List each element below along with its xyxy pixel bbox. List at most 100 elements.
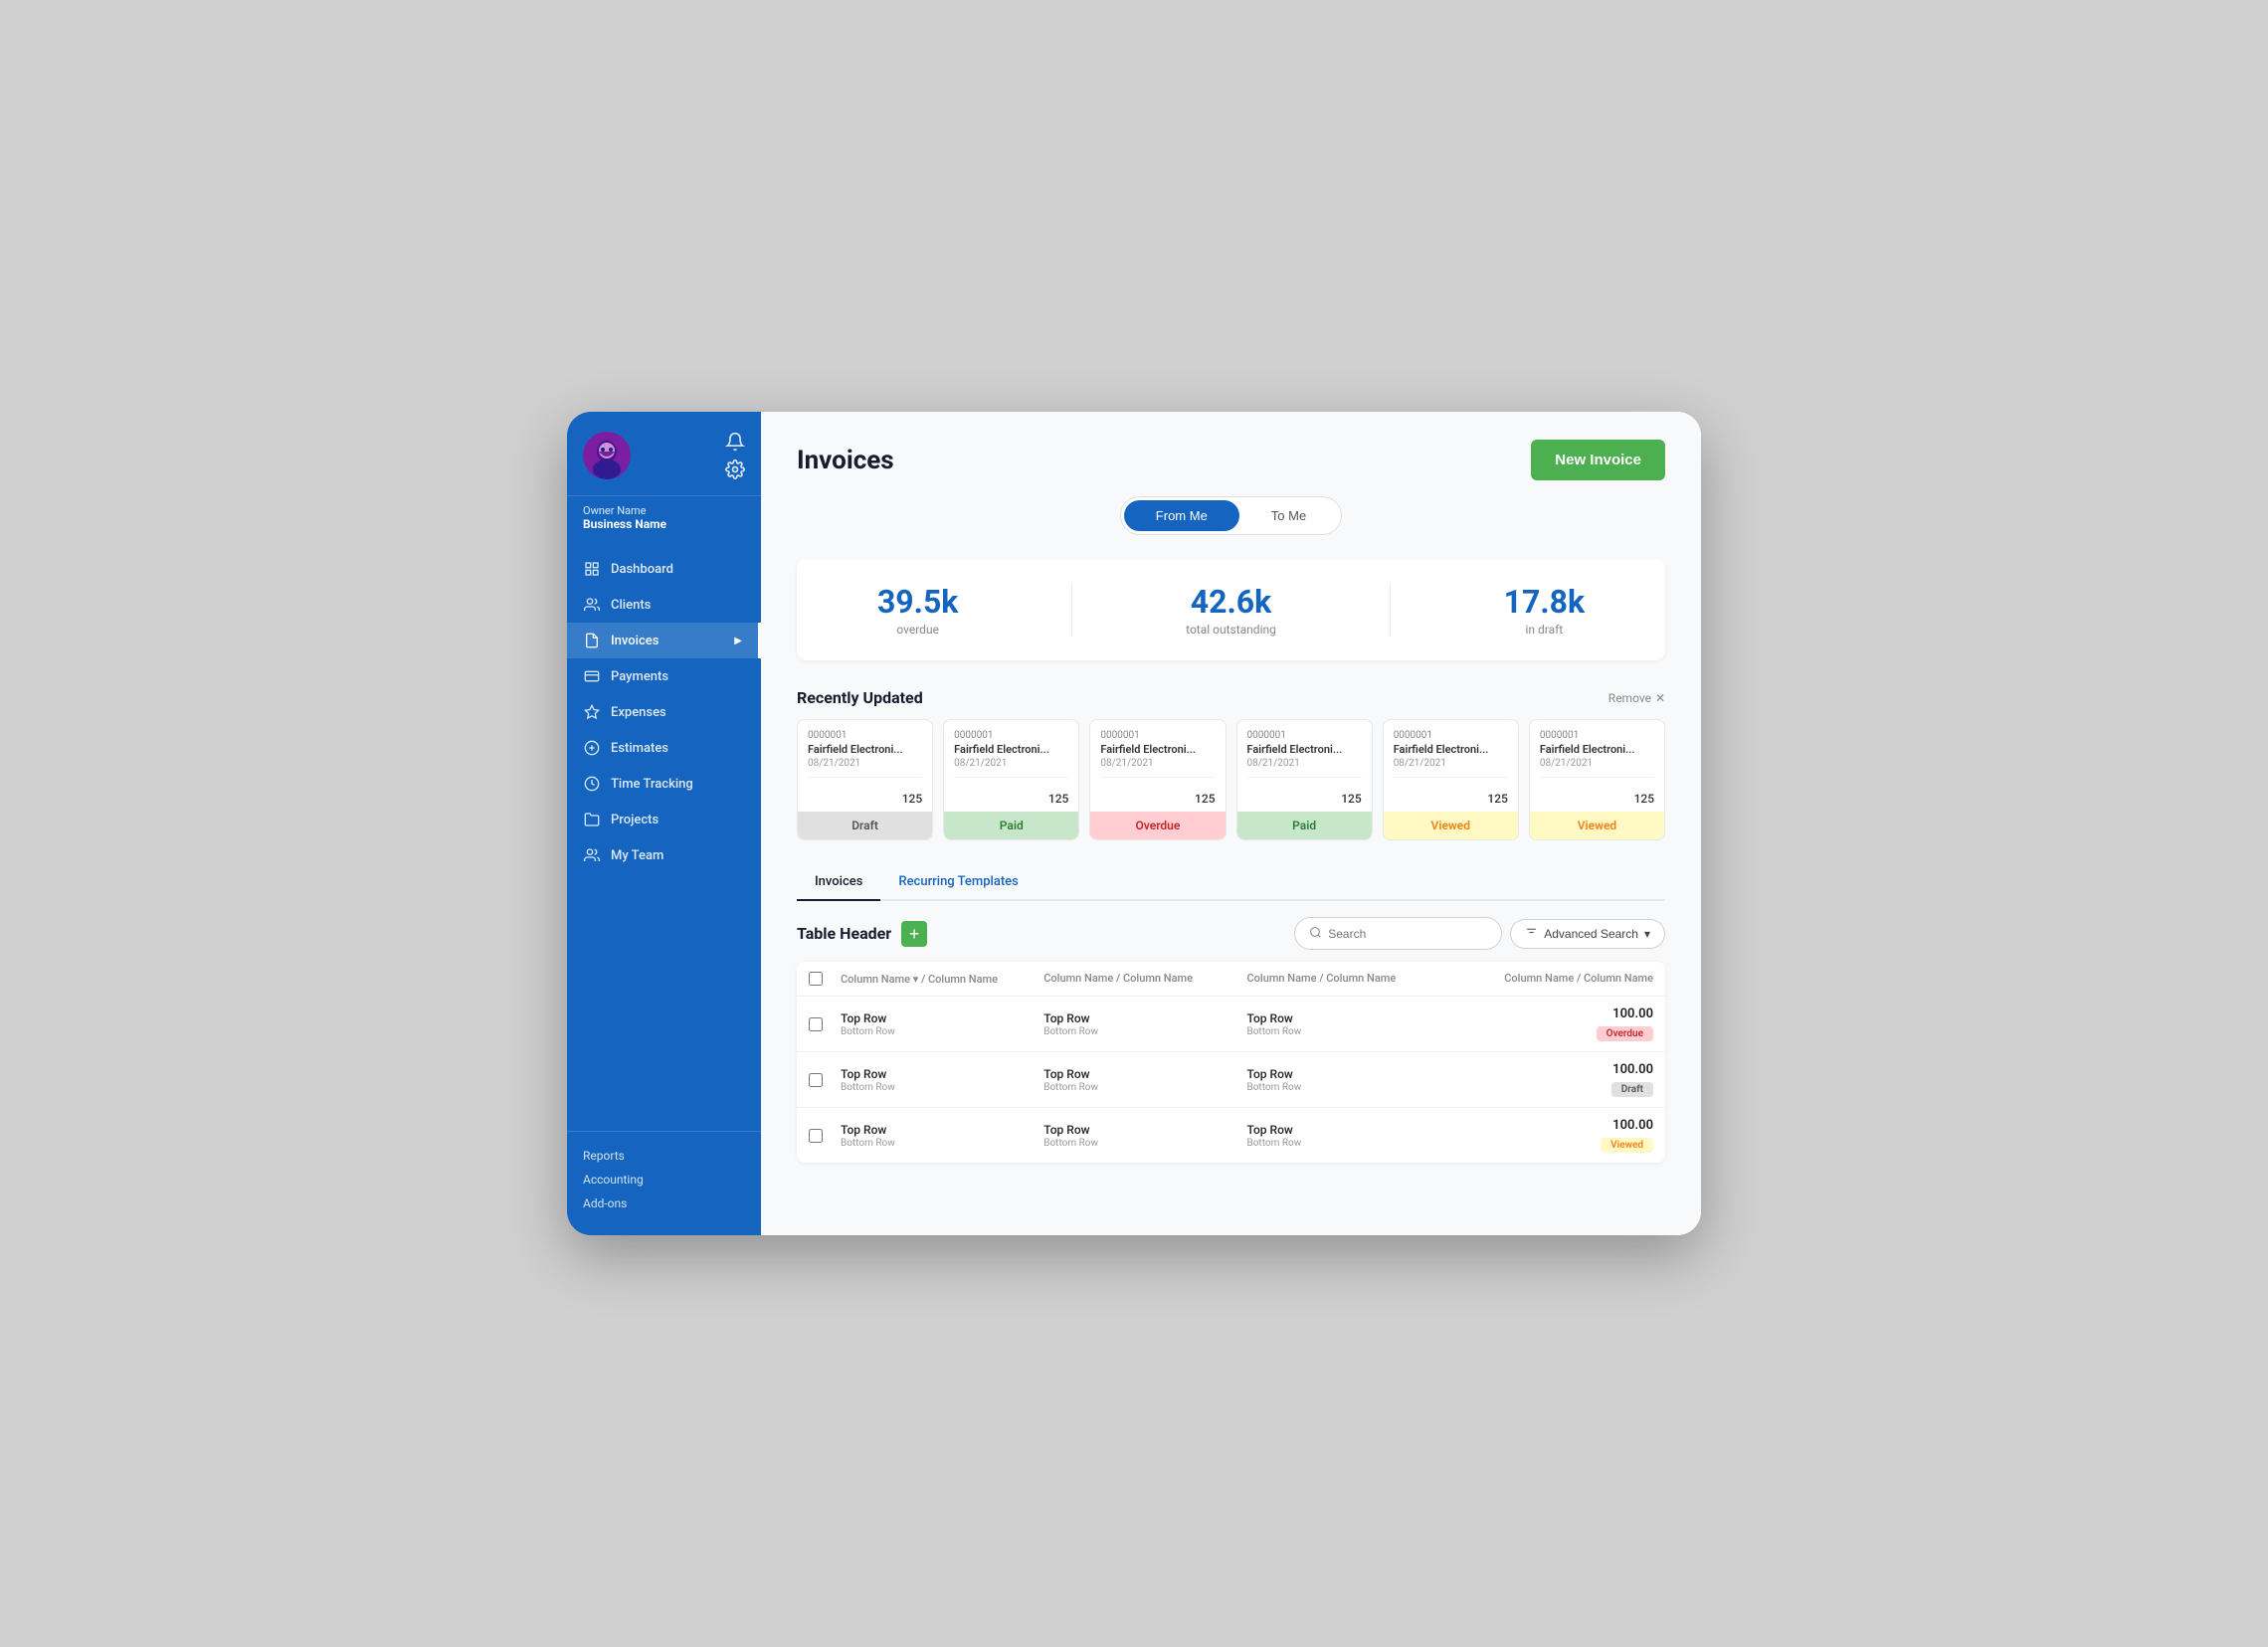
payments-icon bbox=[583, 667, 601, 685]
from-me-toggle[interactable]: From Me bbox=[1124, 500, 1239, 531]
sidebar-footer-reports[interactable]: Reports bbox=[583, 1144, 745, 1168]
card-status: Paid bbox=[944, 812, 1078, 839]
recently-updated-header: Recently Updated Remove ✕ bbox=[797, 688, 1665, 707]
sidebar-item-invoices[interactable]: Invoices ▶ bbox=[567, 623, 761, 658]
stat-draft: 17.8k in draft bbox=[1504, 583, 1585, 637]
sidebar-footer-addons[interactable]: Add-ons bbox=[583, 1191, 745, 1215]
row-checkbox[interactable] bbox=[809, 1129, 823, 1143]
estimates-icon bbox=[583, 739, 601, 757]
card-date: 08/21/2021 bbox=[954, 758, 1068, 769]
card-number: 0000001 bbox=[1394, 730, 1508, 741]
row-checkbox[interactable] bbox=[809, 1073, 823, 1087]
sidebar-item-my-team[interactable]: My Team bbox=[567, 837, 761, 873]
card-divider bbox=[954, 777, 1068, 778]
tab-invoices[interactable]: Invoices bbox=[797, 864, 880, 901]
table-row: Top Row Bottom Row Top Row Bottom Row To… bbox=[797, 1052, 1665, 1108]
stats-row: 39.5k overdue 42.6k total outstanding 17… bbox=[797, 559, 1665, 660]
invoice-card[interactable]: 0000001 Fairfield Electroni... 08/21/202… bbox=[943, 719, 1079, 840]
sidebar-item-clients[interactable]: Clients bbox=[567, 587, 761, 623]
row-col3: Top Row Bottom Row bbox=[1247, 1123, 1450, 1149]
add-row-button[interactable]: + bbox=[901, 921, 927, 947]
invoice-cards-row: 0000001 Fairfield Electroni... 08/21/202… bbox=[797, 719, 1665, 840]
sidebar-header bbox=[567, 412, 761, 496]
card-date: 08/21/2021 bbox=[1100, 758, 1215, 769]
row-checkbox-col bbox=[809, 1073, 841, 1087]
card-number: 0000001 bbox=[1100, 730, 1215, 741]
card-divider bbox=[808, 777, 922, 778]
card-divider bbox=[1100, 777, 1215, 778]
card-name: Fairfield Electroni... bbox=[1100, 743, 1215, 756]
card-date: 08/21/2021 bbox=[1247, 758, 1362, 769]
toggle-container: From Me To Me bbox=[1120, 496, 1342, 535]
stat-divider-2 bbox=[1390, 583, 1391, 637]
card-amount: 125 bbox=[944, 792, 1078, 812]
bell-icon[interactable] bbox=[725, 432, 745, 452]
col-header-1[interactable]: Column Name ▾ / Column Name bbox=[841, 972, 1043, 986]
card-status: Draft bbox=[798, 812, 932, 839]
select-all-col bbox=[809, 972, 841, 986]
active-arrow: ▶ bbox=[734, 636, 742, 646]
col-header-2: Column Name / Column Name bbox=[1043, 972, 1246, 986]
table-row: Top Row Bottom Row Top Row Bottom Row To… bbox=[797, 1108, 1665, 1163]
row-col4: 100.00 Draft bbox=[1450, 1062, 1653, 1097]
table-head: Column Name ▾ / Column Name Column Name … bbox=[797, 962, 1665, 997]
user-info: Owner Name Business Name bbox=[567, 496, 761, 543]
card-name: Fairfield Electroni... bbox=[1247, 743, 1362, 756]
stat-draft-label: in draft bbox=[1504, 623, 1585, 637]
card-amount: 125 bbox=[1090, 792, 1225, 812]
search-input[interactable] bbox=[1328, 927, 1487, 941]
nav-items: Dashboard Clients Invoices ▶ Payments bbox=[567, 543, 761, 1131]
business-name: Business Name bbox=[583, 517, 745, 531]
card-name: Fairfield Electroni... bbox=[1540, 743, 1654, 756]
row-checkbox-col bbox=[809, 1017, 841, 1031]
stat-outstanding-label: total outstanding bbox=[1186, 623, 1276, 637]
search-row: Advanced Search ▾ bbox=[1294, 917, 1665, 950]
table-header-left: Table Header + bbox=[797, 921, 927, 947]
row-col3: Top Row Bottom Row bbox=[1247, 1011, 1450, 1037]
sidebar-item-label: Estimates bbox=[611, 741, 668, 756]
main-content: Invoices New Invoice From Me To Me 39.5k… bbox=[761, 412, 1701, 1235]
sidebar-item-projects[interactable]: Projects bbox=[567, 802, 761, 837]
gear-icon[interactable] bbox=[725, 459, 745, 479]
to-me-toggle[interactable]: To Me bbox=[1239, 500, 1338, 531]
card-status: Overdue bbox=[1090, 812, 1225, 839]
stat-overdue-value: 39.5k bbox=[877, 583, 958, 621]
status-badge: Overdue bbox=[1597, 1026, 1653, 1041]
sidebar-item-time-tracking[interactable]: Time Tracking bbox=[567, 766, 761, 802]
invoices-icon bbox=[583, 632, 601, 649]
stat-draft-value: 17.8k bbox=[1504, 583, 1585, 621]
sidebar-item-payments[interactable]: Payments bbox=[567, 658, 761, 694]
row-checkbox-col bbox=[809, 1129, 841, 1143]
invoice-card[interactable]: 0000001 Fairfield Electroni... 08/21/202… bbox=[1529, 719, 1665, 840]
page-title: Invoices bbox=[797, 446, 894, 475]
row-col4: 100.00 Overdue bbox=[1450, 1006, 1653, 1041]
search-box bbox=[1294, 917, 1502, 950]
toggle-bar: From Me To Me bbox=[797, 496, 1665, 535]
search-icon bbox=[1309, 924, 1322, 943]
card-status: Viewed bbox=[1530, 812, 1664, 839]
tab-recurring-templates[interactable]: Recurring Templates bbox=[880, 864, 1036, 901]
row-col4: 100.00 Viewed bbox=[1450, 1118, 1653, 1153]
invoice-card[interactable]: 0000001 Fairfield Electroni... 08/21/202… bbox=[1383, 719, 1519, 840]
row-checkbox[interactable] bbox=[809, 1017, 823, 1031]
advanced-search-button[interactable]: Advanced Search ▾ bbox=[1510, 919, 1665, 949]
sidebar-item-dashboard[interactable]: Dashboard bbox=[567, 551, 761, 587]
sidebar-item-label: My Team bbox=[611, 848, 663, 863]
table-row: Top Row Bottom Row Top Row Bottom Row To… bbox=[797, 997, 1665, 1052]
clients-icon bbox=[583, 596, 601, 614]
select-all-checkbox[interactable] bbox=[809, 972, 823, 986]
sidebar-item-estimates[interactable]: Estimates bbox=[567, 730, 761, 766]
sidebar-item-label: Expenses bbox=[611, 705, 666, 720]
invoice-card[interactable]: 0000001 Fairfield Electroni... 08/21/202… bbox=[797, 719, 933, 840]
invoice-card[interactable]: 0000001 Fairfield Electroni... 08/21/202… bbox=[1236, 719, 1373, 840]
remove-button[interactable]: Remove ✕ bbox=[1608, 691, 1665, 705]
sidebar-item-expenses[interactable]: Expenses bbox=[567, 694, 761, 730]
sidebar-item-label: Projects bbox=[611, 813, 659, 827]
sidebar: Owner Name Business Name Dashboard Clien… bbox=[567, 412, 761, 1235]
sidebar-footer-accounting[interactable]: Accounting bbox=[583, 1168, 745, 1191]
col-header-4: Column Name / Column Name bbox=[1450, 972, 1653, 986]
card-number: 0000001 bbox=[1247, 730, 1362, 741]
sidebar-item-label: Clients bbox=[611, 598, 651, 613]
invoice-card[interactable]: 0000001 Fairfield Electroni... 08/21/202… bbox=[1089, 719, 1226, 840]
new-invoice-button[interactable]: New Invoice bbox=[1531, 440, 1665, 480]
